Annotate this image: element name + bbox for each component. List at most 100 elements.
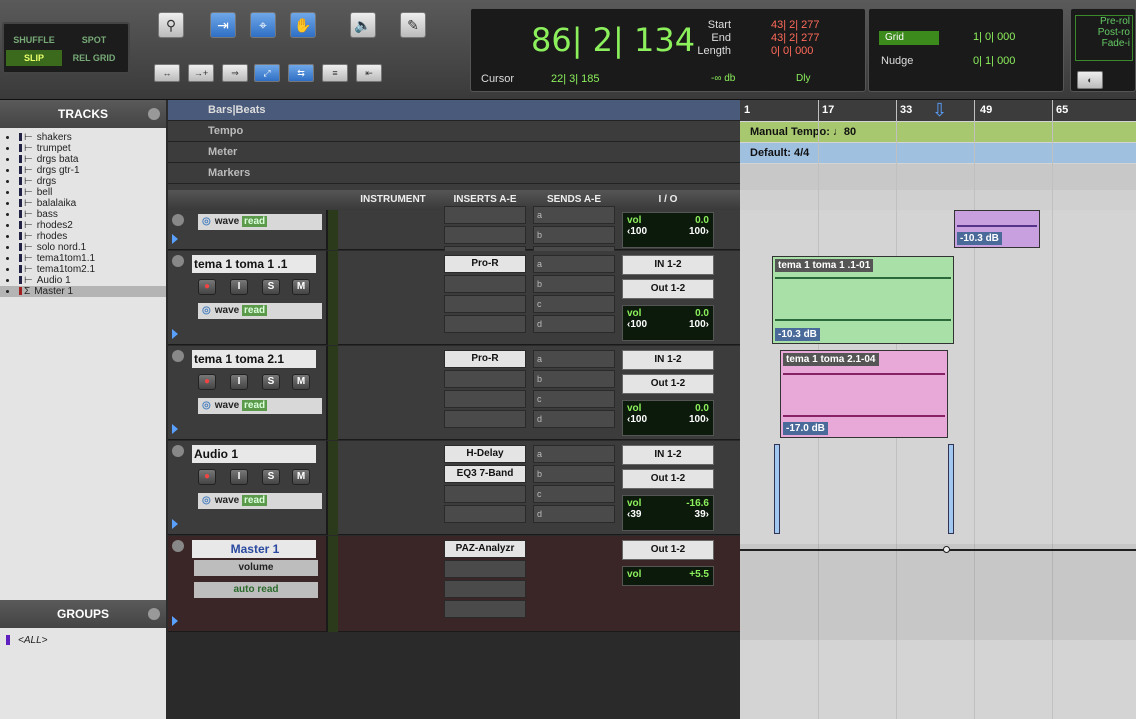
expand-arrow-icon[interactable] [172, 519, 178, 529]
link-timeline-icon[interactable]: ⇒ [222, 64, 248, 82]
track-menu-icon[interactable] [172, 255, 184, 267]
zoom-tool-icon[interactable]: ⚲ [158, 12, 184, 38]
insert-slot[interactable]: Pro-R [444, 350, 526, 368]
show-hide-dot-icon[interactable] [6, 267, 9, 271]
send-slot[interactable]: d [533, 315, 615, 333]
track-list-item[interactable]: ⊢ rhodes2 [0, 220, 166, 231]
view-selector[interactable]: ◎ wave read [198, 398, 322, 414]
tracks-menu-icon[interactable] [148, 108, 160, 120]
show-hide-dot-icon[interactable] [6, 278, 9, 282]
insert-slot[interactable]: H-Delay [444, 445, 526, 463]
insert-slot[interactable] [444, 206, 526, 224]
insert-slot[interactable] [444, 600, 526, 618]
track-list-item[interactable]: ⊢ trumpet [0, 143, 166, 154]
mute-button[interactable]: M [292, 279, 310, 295]
show-hide-dot-icon[interactable] [6, 223, 9, 227]
audio-clip[interactable]: tema 1 toma 1 .1-01 -10.3 dB [772, 256, 954, 344]
bar-ruler[interactable]: 1 17 33 49 65 ⇩ [740, 100, 1136, 121]
volume-value[interactable]: 0.0 [695, 403, 709, 414]
fadein-label[interactable]: Fade-i [1076, 38, 1130, 49]
track-menu-icon[interactable] [172, 540, 184, 552]
expand-arrow-icon[interactable] [172, 234, 178, 244]
markers-ruler-label[interactable]: Markers [168, 163, 740, 184]
track-list-item[interactable]: ⊢ solo nord.1 [0, 242, 166, 253]
pan-left-value[interactable]: ‹39 [627, 509, 641, 520]
groups-menu-icon[interactable] [148, 608, 160, 620]
send-slot[interactable]: a [533, 255, 615, 273]
mute-button[interactable]: M [292, 374, 310, 390]
insert-slot[interactable] [444, 580, 526, 598]
volume-pan-display[interactable]: vol +5.5 [622, 566, 714, 586]
input-monitor-button[interactable]: I [230, 279, 248, 295]
pan-left-value[interactable]: ‹100 [627, 319, 647, 330]
solo-button[interactable]: S [262, 469, 280, 485]
show-hide-dot-icon[interactable] [6, 190, 9, 194]
solo-button[interactable]: S [262, 374, 280, 390]
insert-slot[interactable]: EQ3 7-Band [444, 465, 526, 483]
insert-slot[interactable] [444, 226, 526, 244]
trim-tool-icon[interactable]: ⇥ [210, 12, 236, 38]
track-list-item[interactable]: ⊢ bell [0, 187, 166, 198]
tempo-ruler-label[interactable]: Tempo [168, 121, 740, 142]
clip-boundary-handle[interactable] [774, 444, 780, 534]
send-slot[interactable]: b [533, 370, 615, 388]
audio-clip[interactable]: tema 1 toma 2.1-04 -17.0 dB [780, 350, 948, 438]
insertion-follows-icon[interactable]: ≡ [322, 64, 348, 82]
send-slot[interactable]: a [533, 350, 615, 368]
volume-value[interactable]: 0.0 [695, 308, 709, 319]
playhead-arrow-icon[interactable]: ⇩ [932, 100, 947, 121]
mirror-midi-icon[interactable]: ⇆ [288, 64, 314, 82]
track-list-item[interactable]: ⊢ Audio 1 [0, 275, 166, 286]
automation-mode[interactable]: read [241, 305, 268, 316]
clip-boundary-handle[interactable] [948, 444, 954, 534]
tab-to-transient-icon[interactable]: →+ [188, 64, 214, 82]
clip-gain-label[interactable]: -10.3 dB [775, 328, 820, 341]
track-name[interactable]: tema 1 toma 2.1 [192, 350, 316, 368]
automation-mode[interactable]: read [241, 495, 268, 506]
tracks-header[interactable]: TRACKS [0, 100, 166, 128]
show-hide-dot-icon[interactable] [6, 212, 9, 216]
track-list-item[interactable]: Σ Master 1 [0, 286, 166, 297]
groups-header[interactable]: GROUPS [0, 600, 166, 628]
postroll-label[interactable]: Post-ro [1076, 27, 1130, 38]
volume-value[interactable]: 0.0 [695, 215, 709, 226]
record-arm-button[interactable]: ● [198, 469, 216, 485]
automation-mode[interactable]: read [241, 400, 268, 411]
output-selector[interactable]: Out 1-2 [622, 279, 714, 299]
shuffle-mode-button[interactable]: SHUFFLE [6, 32, 62, 48]
selector-tool-icon[interactable]: ⌖ [250, 12, 276, 38]
slip-mode-button[interactable]: SLIP [6, 50, 62, 66]
grid-button[interactable]: Grid [879, 31, 939, 45]
send-slot[interactable]: d [533, 410, 615, 428]
preroll-label[interactable]: Pre-rol [1076, 16, 1130, 27]
send-slot[interactable]: c [533, 295, 615, 313]
show-hide-dot-icon[interactable] [6, 146, 9, 150]
show-hide-dot-icon[interactable] [6, 245, 9, 249]
show-hide-dot-icon[interactable] [6, 289, 9, 293]
tempo-ruler[interactable]: Manual Tempo: ♩80 [740, 122, 1136, 142]
send-slot[interactable]: c [533, 485, 615, 503]
zoom-toggle-icon[interactable]: ↔ [154, 64, 180, 82]
timeline-area[interactable]: 1 17 33 49 65 ⇩ Manual Tempo: ♩80 Defaul… [740, 100, 1136, 719]
show-hide-dot-icon[interactable] [6, 256, 9, 260]
automation-mode-selector[interactable]: auto read [194, 582, 318, 598]
grid-value[interactable]: 1| 0| 000 [973, 31, 1015, 43]
expand-arrow-icon[interactable] [172, 329, 178, 339]
automation-mode[interactable]: read [241, 216, 268, 227]
track-name[interactable]: Audio 1 [192, 445, 316, 463]
track-menu-icon[interactable] [172, 214, 184, 226]
meter-ruler-label[interactable]: Meter [168, 142, 740, 163]
volume-value[interactable]: -16.6 [686, 498, 709, 509]
length-value[interactable]: 0| 0| 000 [771, 45, 813, 57]
group-item-all[interactable]: <ALL> [0, 634, 166, 648]
show-hide-dot-icon[interactable] [6, 201, 9, 205]
volume-pan-display[interactable]: vol 0.0 ‹100 100› [622, 212, 714, 248]
volume-value[interactable]: +5.5 [689, 569, 709, 580]
scrubber-speaker-icon[interactable]: 🔈 [350, 12, 376, 38]
input-monitor-button[interactable]: I [230, 374, 248, 390]
insert-slot[interactable] [444, 370, 526, 388]
view-selector[interactable]: ◎ wave read [198, 303, 322, 319]
volume-pan-display[interactable]: vol 0.0 ‹100 100› [622, 305, 714, 341]
expand-arrow-icon[interactable] [172, 424, 178, 434]
view-selector[interactable]: ◎ wave read [198, 493, 322, 509]
